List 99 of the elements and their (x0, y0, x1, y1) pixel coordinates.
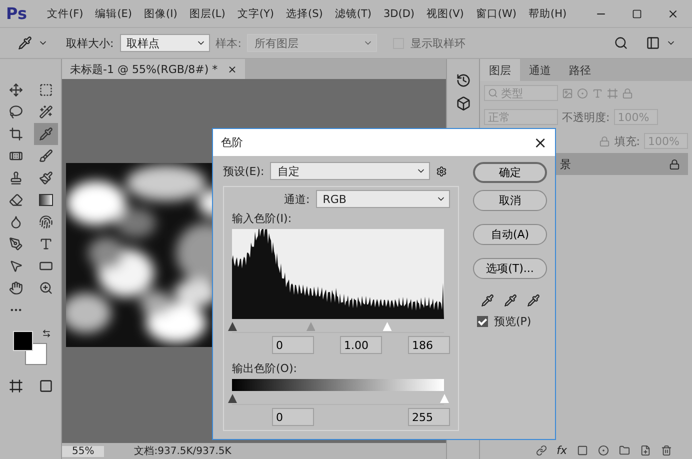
dialog-button[interactable]: 选项(T)... (473, 258, 547, 279)
menu-item[interactable]: 3D(D) (377, 8, 420, 20)
dialog-button[interactable]: 确定 (473, 162, 547, 183)
cube-icon[interactable] (456, 96, 470, 111)
eyedropper-icon[interactable] (526, 294, 540, 307)
sample-size-select[interactable]: 取样点 (120, 34, 210, 52)
folder-icon (619, 444, 630, 456)
slider-handle[interactable] (228, 394, 237, 403)
crop-icon (8, 127, 22, 141)
lock-icon (669, 158, 680, 170)
swap-icon (42, 329, 50, 338)
pen-icon (8, 237, 22, 251)
document-tab[interactable]: 未标题-1 @ 55%(RGB/8#) * × (62, 59, 245, 79)
checkbox-label: 预览(P) (494, 314, 532, 329)
rectangle-icon (38, 259, 52, 273)
tab-close[interactable]: × (228, 62, 237, 76)
slider-handle[interactable] (440, 394, 449, 403)
menu-item[interactable]: 视图(V) (420, 6, 470, 20)
level-input[interactable]: 0 (272, 336, 314, 354)
search-icon (488, 88, 498, 98)
panel-tab[interactable]: 通道 (520, 59, 560, 81)
panel-tab[interactable]: 路径 (560, 59, 600, 81)
lock-icon (599, 136, 610, 146)
level-input[interactable]: 1.00 (340, 336, 382, 354)
panel-tab[interactable]: 图层 (480, 59, 520, 81)
text-icon (592, 88, 603, 98)
marquee-icon (38, 83, 52, 97)
opacity-label: 不透明度: (562, 110, 610, 124)
input-levels-label: 输入色阶(I): (232, 211, 293, 226)
stamp-icon (8, 171, 22, 185)
channel-select[interactable]: RGB (316, 190, 450, 208)
layer-name: 景 (560, 156, 571, 172)
pointer-icon (8, 259, 22, 273)
hand-icon (8, 281, 22, 295)
dialog-title: 色阶 (221, 135, 243, 150)
channel-label: 通道: (284, 192, 310, 206)
tool-button[interactable] (34, 123, 58, 145)
zoom-icon (38, 281, 52, 295)
preset-label: 预设(E): (223, 164, 264, 178)
eyedropper-icon[interactable] (504, 294, 516, 307)
maximize-icon[interactable] (632, 8, 642, 18)
slider-handle[interactable] (382, 322, 392, 331)
fingerprint-icon (38, 215, 52, 229)
menu-item[interactable]: 图层(L) (183, 6, 232, 20)
brush-icon (38, 171, 52, 185)
fx-button[interactable]: fx (556, 444, 567, 456)
history-icon[interactable] (456, 73, 470, 88)
mask-icon (577, 444, 588, 456)
level-input[interactable]: 0 (272, 408, 314, 426)
sample-label: 样本: (216, 36, 242, 50)
eyedropper-icon[interactable] (18, 36, 32, 50)
menu-item[interactable]: 帮助(H) (522, 6, 573, 20)
brush-icon (38, 149, 52, 163)
color-swatches-drawing[interactable] (12, 331, 48, 367)
screen-mode-icon (38, 379, 52, 393)
workspace-icon[interactable] (646, 36, 660, 50)
fill-label: 填充: (614, 134, 640, 148)
dialog-button[interactable]: 取消 (473, 190, 547, 211)
menu-item[interactable]: 编辑(E) (89, 6, 138, 20)
level-input[interactable]: 255 (408, 408, 450, 426)
app-logo: Ps (6, 4, 27, 23)
settings-icon[interactable] (436, 166, 448, 176)
document-size: 文档:937.5K/937.5K (134, 444, 232, 458)
menu-item[interactable]: 窗口(W) (470, 6, 522, 20)
move-icon (8, 83, 22, 97)
output-levels-label: 输出色阶(O): (232, 361, 298, 376)
sample-size-label: 取样大小: (66, 36, 114, 50)
lasso-icon (8, 105, 22, 119)
eyedropper-icon (38, 127, 52, 141)
search-icon[interactable] (614, 36, 628, 50)
menu-item[interactable]: 滤镜(T) (328, 6, 378, 20)
trash-icon (661, 444, 672, 456)
preset-select[interactable]: 自定 (270, 162, 430, 180)
eyedropper-icon[interactable] (480, 294, 494, 307)
droplet-icon (8, 215, 22, 229)
zoom-field[interactable]: 55% (62, 446, 104, 456)
bandage-icon (8, 149, 22, 163)
close-button[interactable]: × (534, 133, 547, 152)
slider-handle[interactable] (306, 322, 316, 331)
text-tool-icon (38, 237, 52, 251)
checkbox[interactable] (477, 316, 488, 327)
link-icon (536, 444, 547, 456)
frame-icon (607, 88, 618, 98)
new-layer-icon (640, 444, 651, 456)
slider-handle[interactable] (228, 322, 237, 331)
eraser-icon (8, 193, 22, 207)
menu-item[interactable]: 文字(Y) (231, 6, 280, 20)
gradient-icon (38, 194, 52, 206)
checkbox-label: 显示取样环 (410, 36, 466, 50)
close-icon[interactable] (667, 8, 679, 20)
document-title: 未标题-1 @ 55%(RGB/8#) * (70, 62, 218, 76)
dialog-button[interactable]: 自动(A) (473, 224, 547, 245)
menu-item[interactable]: 选择(S) (280, 6, 329, 20)
magic-wand-icon (38, 105, 52, 119)
menu-item[interactable]: 文件(F) (40, 6, 90, 20)
lock-icon (622, 88, 633, 98)
level-input[interactable]: 186 (408, 336, 450, 354)
menu-item[interactable]: 图像(I) (138, 6, 184, 20)
image-icon (562, 88, 573, 98)
